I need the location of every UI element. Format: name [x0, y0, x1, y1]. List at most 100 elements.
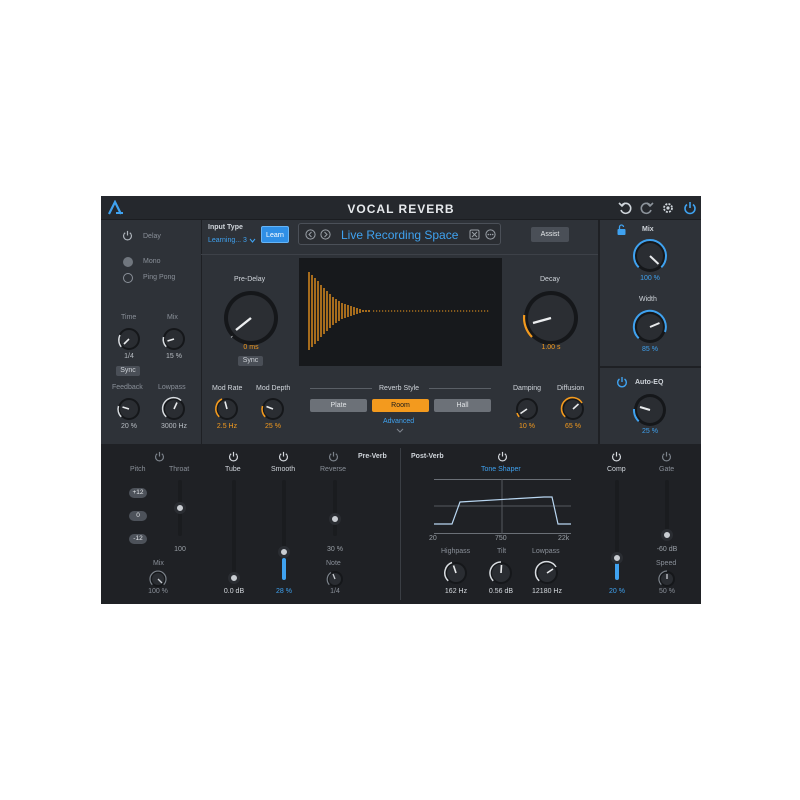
delay-sync-button[interactable]: Sync: [116, 366, 140, 376]
toneshaper-label: Tone Shaper: [481, 466, 521, 473]
pingpong-radio[interactable]: [123, 273, 133, 283]
gate-power-icon[interactable]: [661, 451, 672, 462]
gate-fader-thumb[interactable]: [661, 529, 673, 541]
comp-value: 20 %: [609, 588, 625, 595]
pitch-minus12-button[interactable]: -12: [129, 534, 147, 544]
more-options-icon[interactable]: [485, 229, 496, 240]
reverse-fader[interactable]: [333, 480, 337, 536]
impulse-waveform: [308, 272, 489, 350]
predelay-sync-button[interactable]: Sync: [238, 356, 263, 366]
speed-knob[interactable]: [658, 570, 676, 590]
advanced-toggle[interactable]: Advanced: [383, 418, 414, 425]
title-bar: VOCAL REVERB: [101, 196, 701, 220]
autoeq-value: 25 %: [642, 428, 658, 435]
gate-value: -60 dB: [656, 546, 678, 553]
speed-label: Speed: [656, 560, 677, 567]
pingpong-label: Ping Pong: [143, 274, 176, 281]
autoeq-label: Auto-EQ: [635, 379, 664, 386]
decay-knob[interactable]: [521, 288, 581, 350]
gear-icon[interactable]: [661, 201, 675, 215]
time-knob[interactable]: [116, 326, 142, 354]
predelay-knob[interactable]: [221, 288, 281, 350]
delay-power-icon[interactable]: [122, 230, 133, 241]
time-label: Time: [121, 314, 137, 321]
width-label: Width: [639, 296, 657, 303]
throat-fader-thumb[interactable]: [174, 502, 186, 514]
tone-shaper-curve[interactable]: [434, 479, 571, 534]
autoeq-knob[interactable]: [632, 392, 668, 430]
delay-label: Delay: [143, 233, 161, 240]
smooth-fader-thumb[interactable]: [278, 546, 290, 558]
moddepth-knob[interactable]: [260, 396, 286, 424]
mix-knob[interactable]: [632, 238, 668, 276]
mix-label: Mix: [167, 314, 178, 321]
eq-axis-low: 20: [429, 535, 437, 542]
modrate-value: 2.5 Hz: [216, 423, 238, 430]
divider: [599, 366, 701, 368]
tube-fader[interactable]: [232, 480, 236, 580]
undo-icon[interactable]: [618, 201, 632, 215]
predelay-label: Pre-Delay: [234, 276, 266, 283]
power-icon[interactable]: [683, 201, 697, 215]
pitch-mix-knob[interactable]: [149, 570, 167, 590]
divider: [598, 220, 600, 444]
chevron-down-icon[interactable]: [396, 428, 404, 434]
chevron-down-icon[interactable]: [249, 238, 256, 243]
style-hall-button[interactable]: Hall: [434, 399, 491, 412]
width-knob[interactable]: [632, 309, 668, 347]
delay-mix-knob[interactable]: [161, 326, 187, 354]
tube-fader-thumb[interactable]: [228, 572, 240, 584]
input-type-select[interactable]: Learning... 3: [208, 237, 247, 244]
throat-value: 100: [174, 546, 186, 553]
learn-button[interactable]: Learn: [261, 226, 289, 243]
redo-icon[interactable]: [640, 201, 654, 215]
smooth-power-icon[interactable]: [278, 451, 289, 462]
autoeq-power-icon[interactable]: [616, 376, 628, 388]
moddepth-value: 25 %: [265, 423, 281, 430]
vocal-reverb-plugin: VOCAL REVERB Delay Mono Ping Pong Time 1…: [101, 196, 701, 604]
mono-radio[interactable]: [123, 257, 133, 267]
time-value: 1/4: [124, 353, 134, 360]
style-room-button[interactable]: Room: [372, 399, 429, 412]
divider: [400, 448, 401, 600]
tube-label: Tube: [225, 466, 241, 473]
postverb-label: Post-Verb: [411, 453, 444, 460]
tube-power-icon[interactable]: [228, 451, 239, 462]
postverb-lowpass-knob[interactable]: [534, 560, 560, 588]
pitch-zero-button[interactable]: 0: [129, 511, 147, 521]
pitch-power-icon[interactable]: [154, 451, 165, 462]
damping-knob[interactable]: [514, 396, 540, 424]
previous-preset-icon[interactable]: [305, 229, 316, 240]
gate-fader[interactable]: [665, 480, 669, 536]
delay-lowpass-knob[interactable]: [161, 396, 187, 424]
lock-icon[interactable]: [616, 224, 627, 236]
style-plate-button[interactable]: Plate: [310, 399, 367, 412]
comp-fader-thumb[interactable]: [611, 552, 623, 564]
pitch-mix-value: 100 %: [148, 588, 168, 595]
reverse-power-icon[interactable]: [328, 451, 339, 462]
tilt-knob[interactable]: [488, 560, 514, 588]
smooth-value: 28 %: [276, 588, 292, 595]
next-preset-icon[interactable]: [320, 229, 331, 240]
comp-fader-fill: [615, 562, 619, 580]
diffusion-label: Diffusion: [557, 385, 585, 392]
modrate-knob[interactable]: [214, 396, 240, 424]
reverse-fader-thumb[interactable]: [329, 513, 341, 525]
comp-power-icon[interactable]: [611, 451, 622, 462]
highpass-knob[interactable]: [443, 560, 469, 588]
delay-mix-value: 15 %: [166, 353, 182, 360]
note-knob[interactable]: [326, 570, 344, 590]
preset-name[interactable]: Live Recording Space: [341, 228, 458, 242]
toneshaper-power-icon[interactable]: [497, 451, 508, 462]
assist-button[interactable]: Assist: [531, 227, 569, 242]
divider: [429, 388, 491, 389]
decay-value: 1.00 s: [541, 344, 561, 351]
feedback-knob[interactable]: [116, 396, 142, 424]
tilt-value: 0.56 dB: [488, 588, 514, 595]
pitch-plus12-button[interactable]: +12: [129, 488, 147, 498]
diffusion-knob[interactable]: [560, 396, 586, 424]
postverb-lowpass-value: 12180 Hz: [532, 588, 562, 595]
shuffle-preset-icon[interactable]: [469, 229, 480, 240]
lowpass-label: Lowpass: [158, 384, 186, 391]
damping-value: 10 %: [519, 423, 535, 430]
